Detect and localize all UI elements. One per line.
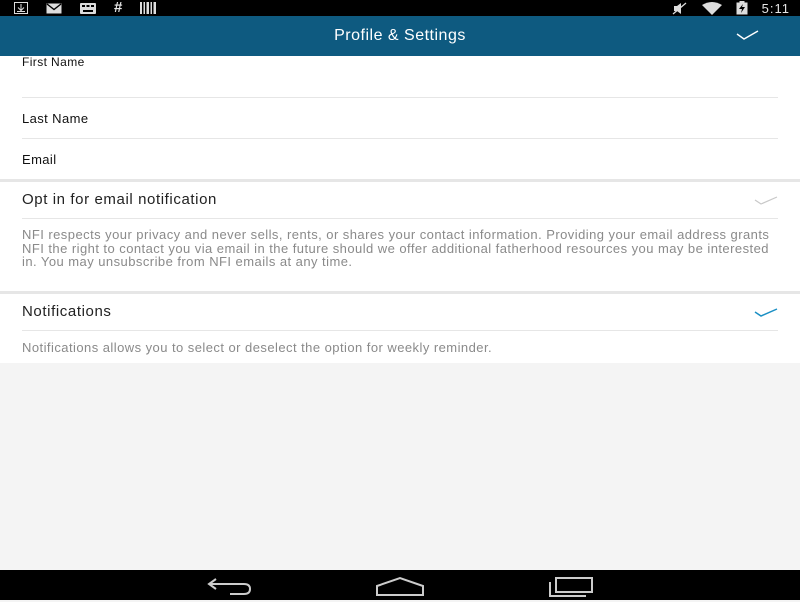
settings-content: First Name Last Name Email Opt in for em…	[0, 55, 800, 363]
download-icon	[14, 2, 28, 14]
hash-icon: #	[114, 0, 123, 16]
barcode-icon	[140, 2, 157, 14]
email-label: Email	[22, 152, 57, 167]
first-name-field[interactable]: First Name	[22, 55, 778, 98]
gmail-icon	[46, 2, 62, 14]
last-name-field[interactable]: Last Name	[22, 97, 778, 139]
back-button[interactable]	[200, 575, 260, 597]
page-title: Profile & Settings	[334, 27, 466, 44]
mute-icon	[672, 2, 688, 15]
email-field[interactable]: Email	[22, 138, 778, 179]
last-name-label: Last Name	[22, 111, 89, 126]
notifications-toggle[interactable]: Notifications	[22, 294, 778, 331]
save-check-button[interactable]	[734, 26, 762, 46]
status-bar: # 5:11	[0, 0, 800, 16]
home-icon	[376, 576, 424, 596]
email-opt-in-toggle[interactable]: Opt in for email notification	[22, 182, 778, 219]
first-name-label: First Name	[22, 55, 85, 69]
checked-check-icon	[754, 308, 778, 317]
recents-icon	[549, 577, 593, 597]
app-bar: Profile & Settings	[0, 16, 800, 56]
clock-time: 5:11	[761, 0, 790, 16]
keyboard-icon	[80, 2, 96, 14]
unchecked-check-icon	[754, 196, 778, 205]
home-button[interactable]	[370, 575, 430, 597]
notifications-label: Notifications	[22, 303, 112, 320]
email-privacy-description: NFI respects your privacy and never sell…	[22, 227, 770, 269]
battery-charging-icon	[736, 1, 748, 15]
navigation-bar	[0, 570, 800, 600]
check-icon	[736, 30, 759, 40]
recents-button[interactable]	[542, 575, 602, 597]
email-opt-in-label: Opt in for email notification	[22, 191, 217, 208]
notifications-description: Notifications allows you to select or de…	[22, 340, 493, 355]
wifi-icon	[701, 1, 722, 15]
back-icon	[207, 578, 252, 595]
